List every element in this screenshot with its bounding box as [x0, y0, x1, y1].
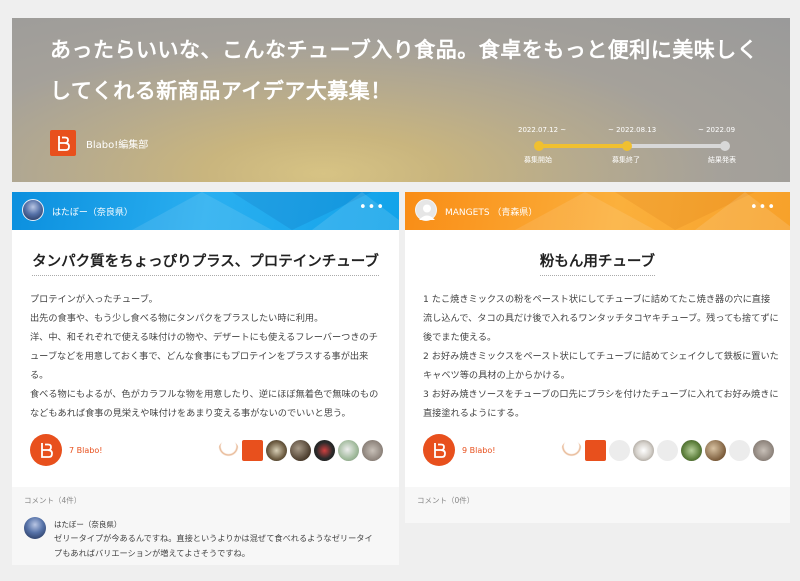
- comments-count[interactable]: コメント（0件）: [417, 495, 474, 506]
- comment-author[interactable]: はたぼー（奈良県）: [54, 519, 121, 530]
- timeline-date-result: ~ 2022.09: [698, 126, 736, 134]
- idea-title-text: 粉もん用チューブ: [539, 254, 656, 276]
- timeline-date-start: 2022.07.12 ~: [518, 126, 567, 134]
- avatar[interactable]: [585, 440, 606, 461]
- timeline-date-end: ~ 2022.08.13: [608, 126, 657, 134]
- timeline-dot-result: [720, 141, 730, 151]
- description-paragraph: 食べる物にもよるが、色がカラフルな物を用意したり、逆にほぼ無着色で無味のものなど…: [30, 389, 379, 419]
- blabo-button-icon[interactable]: [423, 434, 455, 466]
- author-name[interactable]: はたぼー（奈良県）: [52, 205, 133, 218]
- more-options-icon[interactable]: •••: [359, 200, 385, 215]
- timeline-dot-end: [622, 141, 632, 151]
- comment-text: ゼリータイプが今あるんですね。直接というよりかは混ぜて食べれるようなゼリータイプ…: [54, 533, 373, 558]
- timeline-label-start: 募集開始: [524, 156, 552, 164]
- avatar[interactable]: [657, 440, 678, 461]
- organizer-name[interactable]: Blabo!編集部: [86, 136, 148, 151]
- comments-section: コメント（0件）: [405, 487, 790, 523]
- avatar[interactable]: [415, 199, 437, 221]
- header-decoration: [312, 192, 399, 230]
- avatar[interactable]: [338, 440, 359, 461]
- avatar[interactable]: [561, 440, 582, 461]
- author-name[interactable]: MANGETS （青森県）: [445, 205, 537, 218]
- idea-card[interactable]: はたぼー（奈良県） ••• タンパク質をちょっぴりプラス、プロテインチューブ プ…: [12, 192, 399, 487]
- voter-avatars: [218, 440, 383, 461]
- idea-title[interactable]: タンパク質をちょっぴりプラス、プロテインチューブ: [12, 250, 399, 276]
- idea-title[interactable]: 粉もん用チューブ: [405, 250, 790, 276]
- description-paragraph: 1 たこ焼きミックスの粉をペースト状にしてチューブに詰めてたこ焼き器の穴に直接流…: [423, 294, 779, 343]
- blabo-count[interactable]: 7 Blabo!: [69, 446, 102, 455]
- avatar[interactable]: [729, 440, 750, 461]
- blabo-logo-icon: [50, 130, 76, 156]
- more-options-icon[interactable]: •••: [750, 200, 776, 215]
- idea-card[interactable]: MANGETS （青森県） ••• 粉もん用チューブ 1 たこ焼きミックスの粉を…: [405, 192, 790, 487]
- avatar[interactable]: [753, 440, 774, 461]
- comments-count[interactable]: コメント（4件）: [24, 495, 81, 506]
- description-paragraph: 3 お好み焼きソースをチューブの口先にブラシを付けたチューブに入れてお好み焼きに…: [423, 389, 779, 419]
- idea-description: プロテインが入ったチューブ。 出先の食事や、もう少し食べる物にタンパクをプラスし…: [30, 290, 386, 423]
- description-paragraph: プロテインが入ったチューブ。: [30, 294, 158, 305]
- avatar[interactable]: [24, 517, 46, 539]
- idea-title-text: タンパク質をちょっぴりプラス、プロテインチューブ: [32, 254, 379, 276]
- timeline-dot-start: [534, 141, 544, 151]
- avatar[interactable]: [633, 440, 654, 461]
- timeline-label-result: 結果発表: [708, 156, 736, 164]
- avatar[interactable]: [266, 440, 287, 461]
- avatar[interactable]: [242, 440, 263, 461]
- avatar[interactable]: [705, 440, 726, 461]
- avatar[interactable]: [362, 440, 383, 461]
- avatar[interactable]: [218, 440, 239, 461]
- timeline-label-end: 募集終了: [612, 156, 640, 164]
- description-paragraph: 2 お好み焼きミックスをペースト状にしてチューブに詰めてシェイクして鉄板に置いた…: [423, 351, 779, 381]
- description-paragraph: 出先の食事や、もう少し食べる物にタンパクをプラスしたい時に利用。: [30, 313, 324, 324]
- voter-avatars: [561, 440, 774, 461]
- blabo-button-icon[interactable]: [30, 434, 62, 466]
- avatar[interactable]: [290, 440, 311, 461]
- avatar[interactable]: [22, 199, 44, 221]
- description-paragraph: 洋、中、和それぞれで使える味付けの物や、デザートにも使えるフレーバーつきのチュー…: [30, 332, 378, 381]
- blabo-count[interactable]: 9 Blabo!: [462, 446, 495, 455]
- avatar[interactable]: [609, 440, 630, 461]
- hero-banner: あったらいいな、こんなチューブ入り食品。食卓をもっと便利に美味しくしてくれる新商…: [12, 18, 790, 182]
- avatar[interactable]: [681, 440, 702, 461]
- timeline-progress: [538, 144, 626, 148]
- comments-section: コメント（4件） はたぼー（奈良県） ゼリータイプが今あるんですね。直接というよ…: [12, 487, 399, 565]
- idea-card-header: MANGETS （青森県） •••: [405, 192, 790, 230]
- campaign-title: あったらいいな、こんなチューブ入り食品。食卓をもっと便利に美味しくしてくれる新商…: [50, 38, 759, 103]
- campaign-timeline: 2022.07.12 ~ 募集開始 ~ 2022.08.13 募集終了 ~ 20…: [512, 122, 752, 172]
- avatar[interactable]: [314, 440, 335, 461]
- idea-description: 1 たこ焼きミックスの粉をペースト状にしてチューブに詰めてたこ焼き器の穴に直接流…: [423, 290, 779, 423]
- idea-card-header: はたぼー（奈良県） •••: [12, 192, 399, 230]
